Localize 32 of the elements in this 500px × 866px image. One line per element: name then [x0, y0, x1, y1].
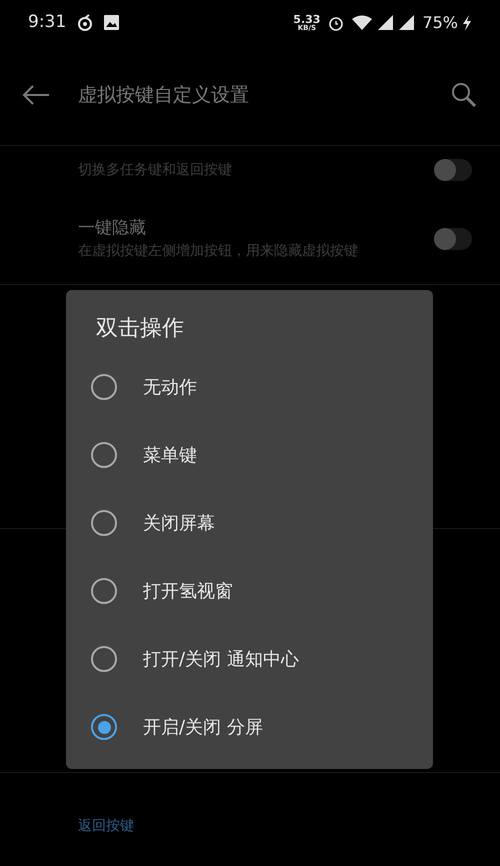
toggle-switch[interactable]	[434, 228, 472, 250]
setting-description: 在虚拟按键左侧增加按钮，用来隐藏虚拟按键	[78, 242, 359, 262]
speed-value: 5.33	[293, 14, 320, 24]
setting-description: 切换多任务键和返回按键	[78, 160, 233, 180]
radio-button[interactable]	[91, 646, 117, 672]
radio-button[interactable]	[91, 510, 117, 536]
image-icon	[104, 15, 120, 30]
dialog-title: 双击操作	[95, 315, 185, 343]
setting-title: 一键隐藏	[78, 216, 147, 240]
swirl-icon	[76, 14, 94, 32]
section-header: 返回按键	[78, 818, 134, 834]
radio-option[interactable]: 打开氢视窗	[66, 557, 433, 625]
signal-icon	[399, 15, 414, 30]
radio-option[interactable]: 开启/关闭 分屏	[66, 693, 433, 761]
radio-option[interactable]: 关闭屏幕	[66, 489, 433, 557]
status-time: 9:31	[28, 10, 66, 34]
radio-button[interactable]	[91, 578, 117, 604]
alarm-icon	[328, 14, 344, 30]
radio-option[interactable]: 菜单键	[66, 421, 433, 489]
radio-button[interactable]	[91, 374, 117, 400]
battery-level: 75%	[422, 12, 458, 34]
search-icon[interactable]	[450, 81, 478, 109]
back-arrow-icon[interactable]	[22, 85, 50, 105]
wifi-icon	[352, 15, 372, 30]
radio-button[interactable]	[91, 714, 117, 740]
radio-button[interactable]	[91, 442, 117, 468]
radio-option[interactable]: 打开/关闭 通知中心	[66, 625, 433, 693]
screen-title: 虚拟按键自定义设置	[78, 82, 250, 108]
radio-option[interactable]: 无动作	[66, 353, 433, 421]
toggle-switch[interactable]	[434, 159, 472, 181]
signal-icon	[378, 15, 394, 30]
charging-icon	[462, 14, 472, 30]
